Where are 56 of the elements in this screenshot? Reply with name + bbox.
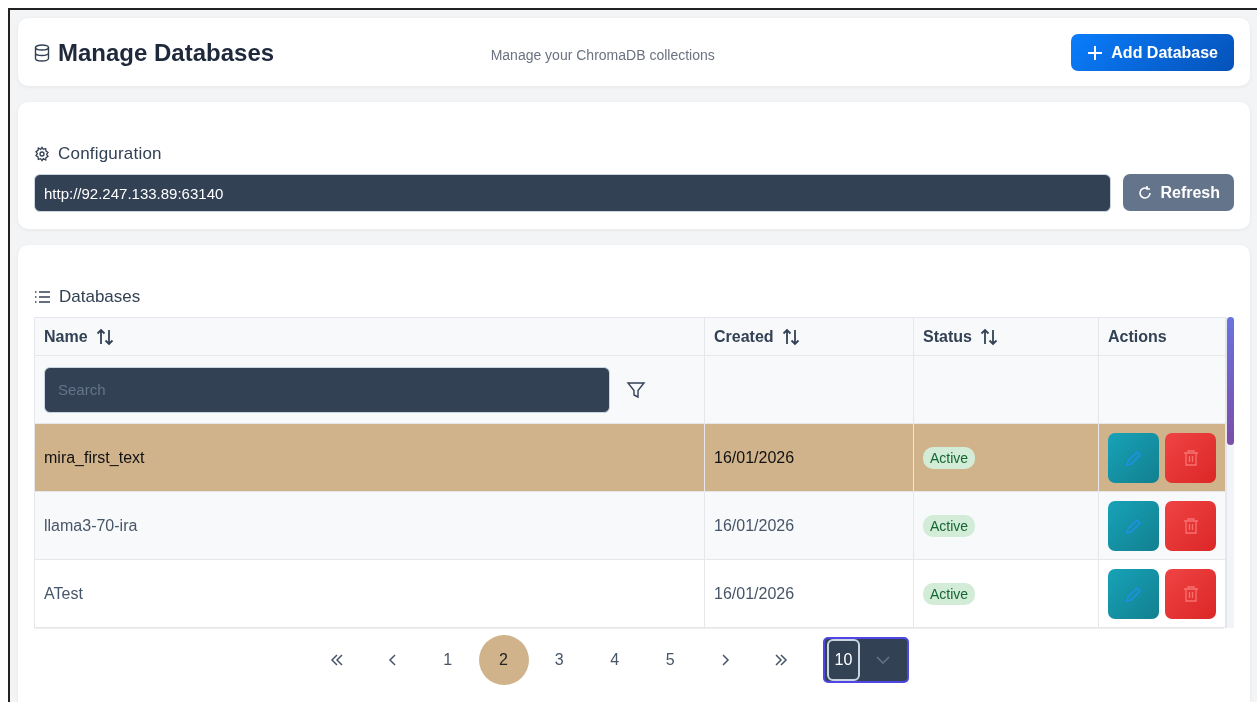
page-subtitle: Manage your ChromaDB collections — [489, 45, 716, 63]
refresh-button[interactable]: Refresh — [1123, 174, 1234, 211]
add-database-button[interactable]: Add Database — [1071, 34, 1234, 71]
edit-button[interactable] — [1108, 432, 1159, 483]
sort-icon[interactable] — [95, 327, 114, 346]
sort-icon[interactable] — [781, 327, 800, 346]
edit-button[interactable] — [1108, 568, 1159, 619]
table-cell: ATest — [35, 560, 705, 628]
table-cell: llama3-70-ira — [35, 492, 705, 560]
delete-button[interactable] — [1165, 432, 1216, 483]
column-label: Status — [923, 327, 972, 346]
chevron-down-icon — [876, 656, 890, 664]
filter-icon[interactable] — [626, 379, 646, 400]
trash-icon — [1182, 516, 1199, 535]
page-title: Manage Databases — [58, 38, 275, 67]
page-button[interactable]: 1 — [420, 635, 476, 685]
url-field[interactable]: http://92.247.133.89:63140 — [34, 174, 1112, 212]
sort-icon[interactable] — [979, 327, 998, 346]
column-header[interactable]: Name — [35, 318, 705, 356]
delete-button[interactable] — [1165, 500, 1216, 551]
trash-icon — [1182, 584, 1199, 603]
plus-icon — [1087, 44, 1104, 61]
scrollbar[interactable] — [1227, 317, 1234, 628]
delete-button[interactable] — [1165, 568, 1216, 619]
status-badge: Active — [923, 582, 976, 605]
section-title: Configuration — [58, 144, 162, 164]
chevron-left-icon — [386, 653, 398, 667]
refresh-icon — [1137, 184, 1154, 201]
edit-button[interactable] — [1108, 500, 1159, 551]
table-cell: 16/01/2026 — [705, 560, 914, 628]
column-label: Actions — [1108, 327, 1167, 346]
table-cell: 16/01/2026 — [705, 424, 914, 492]
table-cell: mira_first_text — [35, 424, 705, 492]
status-badge: Active — [923, 514, 976, 537]
page-button[interactable]: 4 — [587, 635, 643, 685]
section-title: Databases — [59, 287, 141, 307]
double-chevron-right-icon — [773, 653, 790, 667]
table-cell: 16/01/2026 — [705, 492, 914, 560]
column-header[interactable]: Created — [705, 318, 914, 356]
page-button[interactable]: 2 — [478, 635, 529, 685]
page-button[interactable]: 5 — [642, 635, 698, 685]
pencil-icon — [1124, 448, 1143, 467]
double-chevron-left-icon — [328, 653, 345, 667]
page-button[interactable]: 3 — [531, 635, 587, 685]
column-label: Created — [714, 327, 774, 346]
column-header[interactable]: Status — [914, 318, 1099, 356]
pencil-icon — [1124, 584, 1143, 603]
database-icon — [34, 43, 50, 62]
chevron-right-icon — [720, 653, 732, 667]
rows-per-page-dropdown[interactable]: 10 — [823, 637, 909, 683]
column-label: Name — [44, 327, 88, 346]
trash-icon — [1182, 448, 1199, 467]
gear-icon — [34, 146, 50, 162]
list-icon — [34, 290, 51, 304]
pencil-icon — [1124, 516, 1143, 535]
status-badge: Active — [923, 446, 976, 469]
